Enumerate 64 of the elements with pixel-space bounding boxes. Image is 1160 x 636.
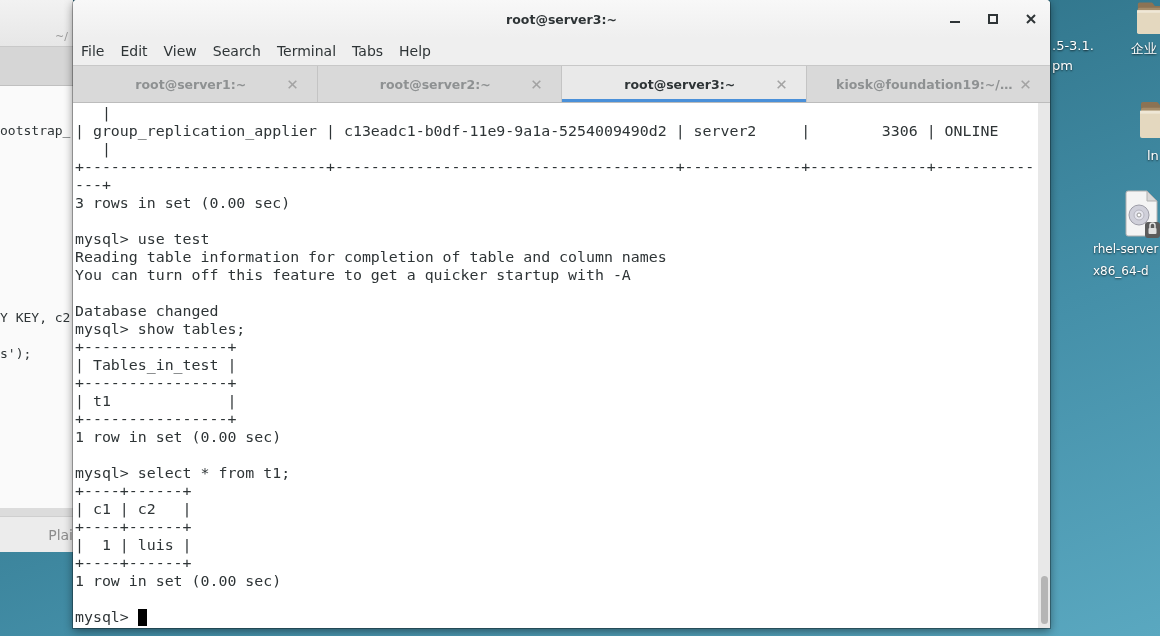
icon-label[interactable]: x86_64-d (1093, 260, 1149, 282)
close-tab-button[interactable] (532, 79, 541, 89)
terminal-line: | c1 | c2 | (75, 500, 192, 518)
close-tab-button[interactable] (1021, 79, 1030, 89)
folder-icon[interactable] (1137, 0, 1160, 34)
close-tab-button[interactable] (287, 79, 297, 89)
close-icon (1021, 79, 1030, 89)
icon-label[interactable]: rhel-server (1093, 238, 1159, 260)
terminal-prompt: mysql> (75, 608, 130, 626)
terminal-line: +----------------+ (75, 410, 237, 428)
terminal-line: You can turn off this feature to get a quicker startup with -A (75, 266, 631, 284)
close-icon (1026, 14, 1036, 24)
status-text: Plai (48, 526, 73, 543)
terminal-line: +----------------+ (75, 374, 237, 392)
terminal-line: mysql> show tables; (75, 320, 246, 338)
icon-label[interactable]: .5-3.1. (1052, 36, 1094, 56)
terminal-line: Database changed (75, 302, 219, 320)
terminal-line: | 1 | luis | (75, 536, 192, 554)
terminal-line: +---------------------------+--------------------------------------+-------------+-------------+----------- (75, 158, 1035, 176)
tab[interactable]: root@server3:~ (562, 66, 807, 102)
close-tab-button[interactable] (776, 79, 786, 89)
menu-item[interactable]: Search (204, 38, 269, 65)
scrollbar-track[interactable] (0, 508, 73, 516)
terminal-line: | (100, 140, 111, 158)
close-icon (532, 79, 541, 89)
code-line: ootstrap_ (0, 122, 71, 140)
terminal-line: 1 row in set (0.00 sec) (75, 572, 282, 590)
terminal-line: mysql> select * from t1; (75, 464, 291, 482)
terminal-line: | Tables_in_test | (75, 356, 237, 374)
code-line: Y KEY, c2 (0, 309, 71, 327)
close-icon (287, 79, 297, 89)
menu-item[interactable]: Terminal (268, 38, 345, 65)
icon-label[interactable]: 企业 (1131, 39, 1157, 59)
terminal-line: +----------------+ (75, 338, 237, 356)
minimize-icon (950, 21, 960, 23)
menu-item[interactable]: View (155, 38, 205, 65)
close-icon (776, 79, 786, 89)
window-title: ~/ (55, 30, 68, 43)
cursor-icon (137, 608, 147, 626)
code-line: s'); (0, 345, 32, 363)
icon-label[interactable]: pm (1052, 56, 1073, 76)
menu-item[interactable]: Help (391, 38, 439, 65)
terminal-line: +----+------+ (75, 554, 192, 572)
folder-icon[interactable] (1140, 99, 1160, 138)
window-title: root@server3:~ (506, 11, 617, 27)
terminal-line: 3 rows in set (0.00 sec) (75, 194, 291, 212)
terminal-line: mysql> use test (75, 230, 210, 248)
menu-item[interactable]: File (73, 38, 113, 65)
terminal-line: | (100, 104, 111, 122)
terminal-line: | group_replication_applier | c13eadc1-b0df-11e9-9a1a-5254009490d2 | server2 | 3306 | ONLINE (75, 122, 999, 140)
terminal-line: 1 row in set (0.00 sec) (75, 428, 282, 446)
icon-label[interactable]: ln (1147, 146, 1159, 166)
terminal-line: ---+ (75, 176, 111, 194)
scrollbar-thumb[interactable] (1040, 576, 1048, 624)
terminal-line: +----+------+ (75, 482, 192, 500)
disc-image-icon[interactable] (1125, 190, 1160, 238)
terminal-line: | t1 | (75, 392, 237, 410)
scrollbar-track[interactable] (1038, 103, 1050, 628)
menu-item[interactable]: Tabs (344, 38, 392, 65)
terminal-line: Reading table information for completion of table and column names (75, 248, 667, 266)
terminal-line: +----+------+ (75, 518, 192, 536)
maximize-icon (988, 14, 998, 24)
menu-item[interactable]: Edit (112, 38, 156, 65)
terminal-area[interactable] (73, 103, 1050, 628)
